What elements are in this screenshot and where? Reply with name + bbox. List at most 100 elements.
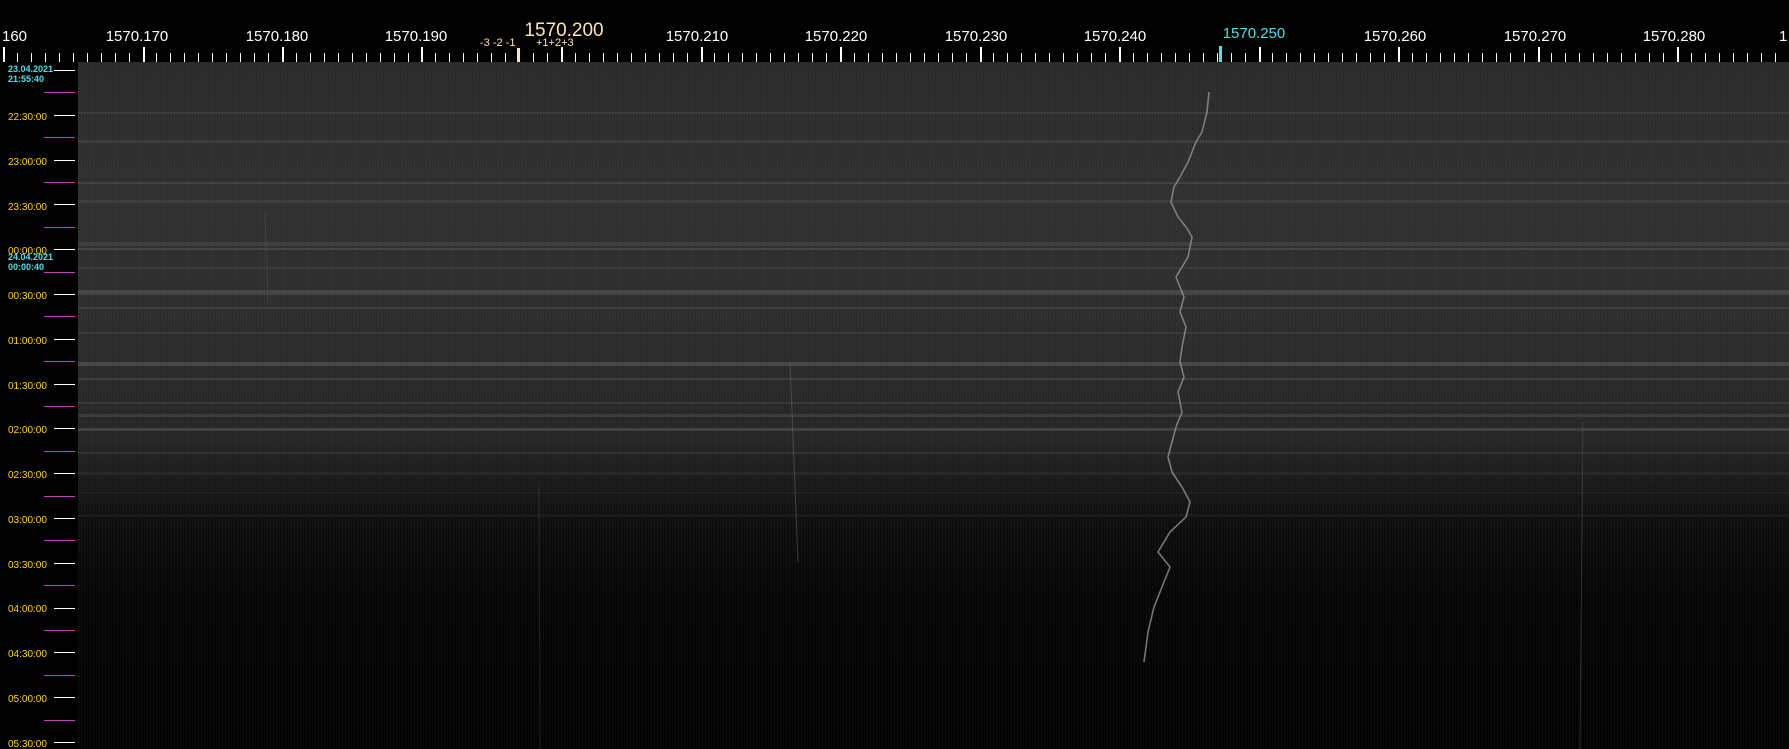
freq-tick [129,53,130,62]
freq-tick [394,53,395,62]
freq-tick [435,53,436,62]
freq-label-right-edge: 1 [1779,28,1788,45]
faint-trace-2 [1579,421,1584,749]
freq-tick [924,53,925,62]
freq-tick [226,53,227,62]
time-axis: 23.04.2021 21:55:40 22:30:00 23:00:00 23… [0,62,78,749]
time-tick [54,652,75,653]
freq-tick [143,47,145,62]
freq-tick [1454,53,1455,62]
freq-tick [798,53,799,62]
freq-label-1570-180: 1570.180 [245,28,309,45]
freq-tick [533,53,534,62]
time-tick [44,451,75,452]
freq-tick [1440,53,1441,62]
time-tick [54,70,75,71]
freq-tick [421,47,423,62]
freq-label-1570-220: 1570.220 [804,28,868,45]
time-tick [54,384,75,385]
freq-tick [1133,53,1134,62]
time-label-2230: 22:30:00 [8,112,47,123]
freq-tick [840,47,842,62]
freq-tick [59,53,60,62]
time-tick [44,361,75,362]
freq-tick [324,53,325,62]
freq-tick [1775,53,1776,62]
freq-tick [240,53,241,62]
freq-tick [1245,53,1246,62]
freq-tick [1398,47,1400,62]
freq-tick [408,53,409,62]
freq-tick [3,47,5,62]
freq-tick [1593,53,1594,62]
freq-tick [1189,53,1190,62]
freq-tick [1482,53,1483,62]
freq-tick [1272,53,1273,62]
freq-tick [673,53,674,62]
freq-tick [1356,53,1357,62]
freq-label-1570-270: 1570.270 [1503,28,1567,45]
signal-traces [264,91,1584,749]
time-tick [44,585,75,586]
freq-label-1570-190: 1570.190 [384,28,448,45]
freq-tick [477,53,478,62]
freq-tick [45,53,46,62]
freq-tick [1259,47,1261,62]
time-label-0200: 02:00:00 [8,425,47,436]
center-frequency-marker [517,48,520,62]
cursor-frequency-marker[interactable] [1219,46,1222,62]
freq-tick [31,53,32,62]
freq-tick [1328,53,1329,62]
time-tick [54,249,75,250]
freq-tick [756,53,757,62]
freq-label-1570-210: 1570.210 [665,28,729,45]
freq-tick [505,53,506,62]
time-tick [54,563,75,564]
freq-tick [1300,53,1301,62]
time-tick [54,608,75,609]
freq-tick [1314,53,1315,62]
freq-tick [1342,53,1343,62]
time-label-0330: 03:30:00 [8,560,47,571]
freq-tick [73,53,74,62]
freq-tick [87,53,88,62]
freq-tick [938,53,939,62]
freq-tick [547,53,548,62]
time-label-0230: 02:30:00 [8,470,47,481]
freq-tick [1496,53,1497,62]
freq-tick [1286,53,1287,62]
time-tick [54,518,75,519]
freq-tick [1747,53,1748,62]
start-time-label: 21:55:40 [8,74,45,84]
freq-tick [910,53,911,62]
time-tick [44,182,75,183]
freq-label-1570-260: 1570.260 [1363,28,1427,45]
time-tick [44,92,75,93]
faint-trace-4 [264,211,269,303]
freq-tick [212,53,213,62]
freq-tick [812,53,813,62]
freq-tick [1021,53,1022,62]
freq-tick [296,53,297,62]
freq-tick [868,53,869,62]
freq-tick [1565,53,1566,62]
freq-tick [784,53,785,62]
time-tick [54,115,75,116]
freq-label-1570-240: 1570.240 [1083,28,1147,45]
drifting-signal-trace [1143,91,1210,663]
freq-tick [589,53,590,62]
freq-tick [1621,53,1622,62]
freq-tick [491,53,492,62]
freq-tick [1007,53,1008,62]
time-tick [54,742,75,743]
freq-tick [1761,53,1762,62]
freq-tick [1217,53,1218,62]
freq-tick [310,53,311,62]
time-tick [54,473,75,474]
frequency-scale[interactable]: 160 1570.170 1570.180 1570.190 -3 -2 -1 … [0,0,1789,62]
freq-tick [993,53,994,62]
freq-tick [1551,53,1552,62]
freq-tick [1663,53,1664,62]
waterfall-display[interactable] [78,62,1789,749]
freq-tick [575,53,576,62]
